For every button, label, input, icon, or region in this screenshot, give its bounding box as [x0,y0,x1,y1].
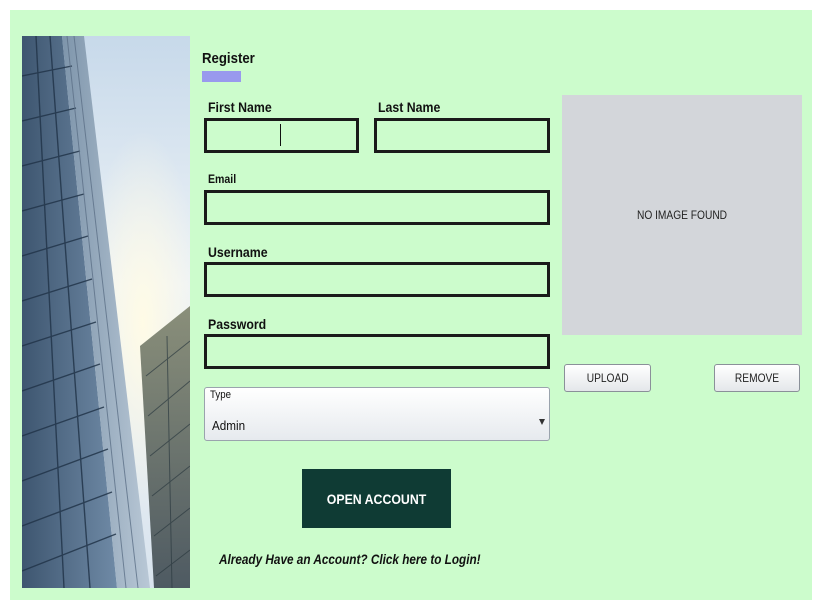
email-label: Email [208,172,237,186]
password-label: Password [208,316,267,332]
type-label: Type [210,389,231,401]
open-account-label: OPEN ACCOUNT [326,490,427,507]
type-selected-value: Admin [212,418,246,433]
last-name-input[interactable] [374,118,550,153]
first-name-label: First Name [208,99,272,115]
text-caret [280,124,281,146]
skyscraper-illustration [22,36,190,588]
email-input[interactable] [204,190,550,225]
username-input[interactable] [204,262,550,297]
upload-button[interactable]: UPLOAD [564,364,651,392]
upload-label: UPLOAD [586,371,629,385]
page-title: Register [202,50,255,67]
open-account-button[interactable]: OPEN ACCOUNT [302,469,451,528]
image-preview: NO IMAGE FOUND [562,95,802,335]
login-link[interactable]: Already Have an Account? Click here to L… [219,551,481,567]
remove-label: REMOVE [734,371,780,385]
first-name-input[interactable] [204,118,359,153]
title-underline [202,71,241,82]
skyscraper-image [22,36,190,588]
last-name-label: Last Name [378,99,441,115]
chevron-down-icon [539,419,545,425]
username-label: Username [208,244,268,260]
no-image-text: NO IMAGE FOUND [636,208,728,222]
password-input[interactable] [204,334,550,369]
type-select[interactable]: Type Admin [204,387,550,441]
remove-button[interactable]: REMOVE [714,364,800,392]
